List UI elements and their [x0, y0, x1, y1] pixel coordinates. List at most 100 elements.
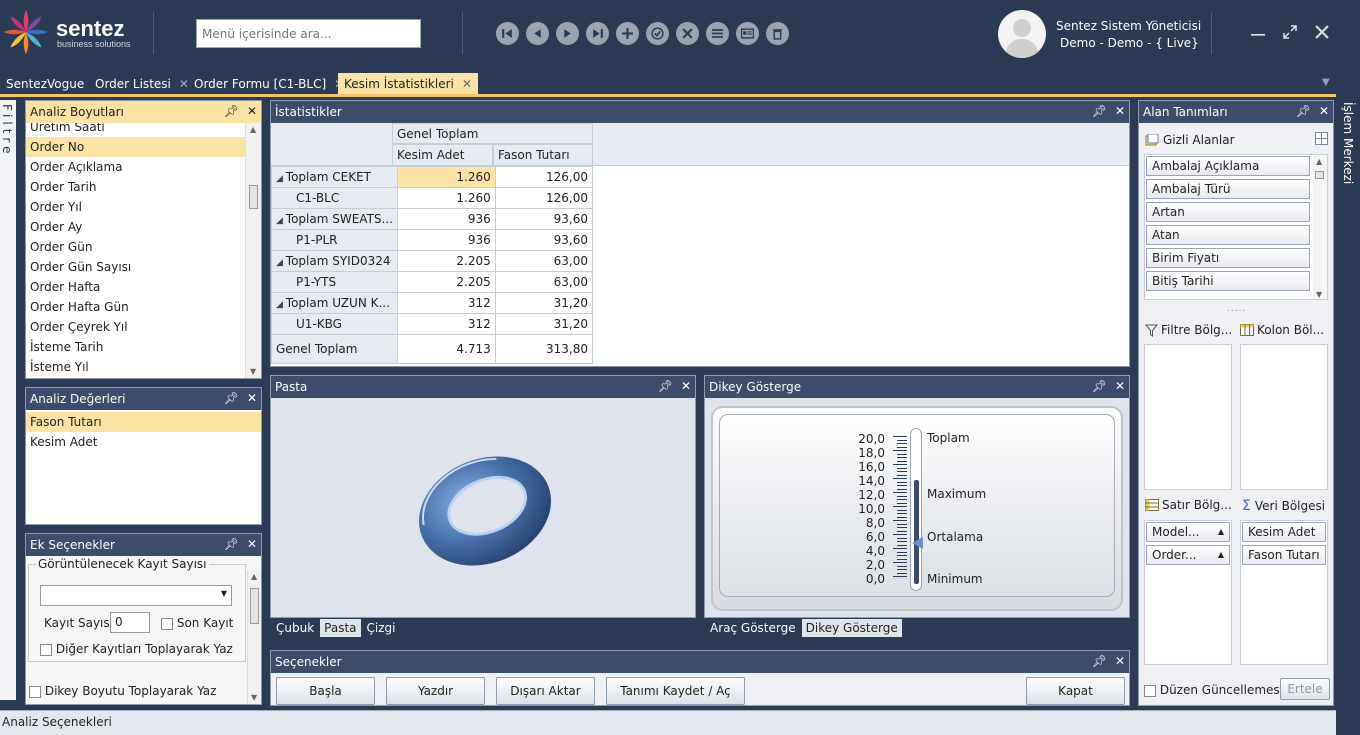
pivot-column-header[interactable]: Kesim Adet: [392, 144, 493, 166]
next-record-button[interactable]: [556, 22, 579, 45]
pin-icon[interactable]: 📌︎: [224, 104, 239, 118]
tab-kesim-istatistikleri[interactable]: Kesim İstatistikleri ✕: [338, 73, 478, 95]
table-row[interactable]: P1-PLR 936 93,60: [271, 229, 594, 251]
table-cell[interactable]: Genel Toplam: [271, 334, 398, 364]
table-row[interactable]: C1-BLC 1.260 126,00: [271, 187, 594, 209]
list-item[interactable]: Üretim Saati: [26, 123, 245, 137]
tabs-dropdown-icon[interactable]: ▼: [1322, 77, 1330, 88]
duzen-guncelleme-checkbox[interactable]: Düzen Güncellemesini: [1144, 683, 1294, 697]
ertele-button[interactable]: Ertele: [1280, 678, 1330, 700]
son-kayit-checkbox[interactable]: Son Kayıt: [161, 616, 233, 630]
last-record-button[interactable]: [586, 22, 609, 45]
row-header[interactable]: U1-KBG: [271, 313, 398, 335]
minimize-button[interactable]: [1248, 22, 1268, 42]
grand-total-row[interactable]: Genel Toplam 4.713 313,80: [271, 334, 594, 364]
first-record-button[interactable]: [496, 22, 519, 45]
list-item[interactable]: İsteme Yıl: [26, 357, 245, 377]
list-item[interactable]: Order Hafta Gün: [26, 297, 245, 317]
row-header[interactable]: ◢ Toplam SYID0324: [271, 250, 398, 272]
kayit-combo[interactable]: ▼: [40, 585, 232, 606]
row-header[interactable]: C1-BLC: [271, 187, 398, 209]
table-row[interactable]: ◢ Toplam UZUN K... 312 31,20: [271, 292, 594, 314]
tanimi-kaydet-button[interactable]: Tanımı Kaydet / Aç: [606, 677, 745, 705]
table-cell[interactable]: 31,20: [494, 292, 594, 314]
scrollbar-thumb[interactable]: [250, 588, 259, 624]
list-item[interactable]: Order Gün Sayısı: [26, 257, 245, 277]
close-icon[interactable]: ✕: [1115, 654, 1125, 668]
table-cell[interactable]: 126,00: [494, 166, 594, 188]
tab-sentezvogue[interactable]: SentezVogue: [0, 73, 90, 95]
disari-aktar-button[interactable]: Dışarı Aktar: [496, 677, 595, 705]
list-item[interactable]: Order Gün: [26, 237, 245, 257]
table-row[interactable]: ◢ Toplam CEKET 1.260 126,00: [271, 166, 594, 188]
delete-button[interactable]: [766, 22, 789, 45]
table-cell[interactable]: 126,00: [494, 187, 594, 209]
table-cell[interactable]: 312: [396, 292, 496, 314]
satir-bolgesi-area[interactable]: Model... ▲ Order... ▲: [1144, 520, 1232, 665]
list-item[interactable]: Order Yıl: [26, 197, 245, 217]
table-cell[interactable]: 1.260: [396, 166, 496, 188]
dikey-boyutu-checkbox[interactable]: Dikey Boyutu Toplayarak Yaz: [29, 684, 216, 698]
close-icon[interactable]: ✕: [1115, 379, 1125, 393]
user-avatar[interactable]: [998, 10, 1046, 58]
list-item[interactable]: Order Çeyrek Yıl: [26, 317, 245, 337]
table-row[interactable]: U1-KBG 312 31,20: [271, 313, 594, 335]
splitter-handle[interactable]: .....: [1227, 304, 1246, 314]
prev-record-button[interactable]: [526, 22, 549, 45]
table-cell[interactable]: 31,20: [494, 313, 594, 335]
close-icon[interactable]: ✕: [247, 391, 257, 405]
collapse-icon[interactable]: ◢: [276, 216, 286, 226]
table-cell[interactable]: 63,00: [494, 250, 594, 272]
table-cell[interactable]: 2.205: [396, 250, 496, 272]
tab-dikey-gosterge[interactable]: Dikey Gösterge: [801, 619, 902, 637]
list-item[interactable]: İsteme Tarih: [26, 337, 245, 357]
veri-bolgesi-area[interactable]: Kesim Adet Fason Tutarı: [1240, 520, 1328, 665]
kayit-sayisi-input[interactable]: 0: [110, 612, 150, 633]
islem-merkezi-rail[interactable]: İşlem Merkezi: [1338, 100, 1360, 706]
table-cell[interactable]: 93,60: [494, 229, 594, 251]
card-button[interactable]: [736, 22, 759, 45]
table-cell[interactable]: 313,80: [494, 334, 594, 364]
hidden-field-item[interactable]: Ambalaj Açıklama: [1146, 156, 1310, 176]
row-header[interactable]: ◢ Toplam UZUN K...: [271, 292, 398, 314]
close-icon[interactable]: ✕: [1115, 104, 1125, 118]
row-header[interactable]: P1-PLR: [271, 229, 398, 251]
list-item[interactable]: Order Açıklama: [26, 157, 245, 177]
pin-icon[interactable]: 📌︎: [1092, 379, 1107, 393]
tab-order-listesi[interactable]: Order Listesi ✕: [89, 73, 195, 95]
pin-icon[interactable]: 📌︎: [224, 537, 239, 551]
hidden-field-item[interactable]: Birim Fiyatı: [1146, 248, 1310, 268]
table-cell[interactable]: 2.205: [396, 271, 496, 293]
table-cell[interactable]: 936: [396, 229, 496, 251]
table-cell[interactable]: 1.260: [396, 187, 496, 209]
close-icon[interactable]: ✕: [247, 104, 257, 118]
hidden-field-item[interactable]: Ambalaj Türü: [1146, 179, 1310, 199]
hidden-field-item[interactable]: Bitiş Tarihi: [1146, 271, 1310, 291]
cancel-button[interactable]: [676, 22, 699, 45]
scrollbar-thumb[interactable]: [249, 185, 258, 209]
pin-icon[interactable]: 📌︎: [224, 391, 239, 405]
table-cell[interactable]: 4.713: [396, 334, 496, 364]
table-cell[interactable]: 63,00: [494, 271, 594, 293]
tab-cubuk[interactable]: Çubuk: [272, 619, 318, 637]
list-item[interactable]: Order Hafta: [26, 277, 245, 297]
close-icon[interactable]: ✕: [247, 537, 257, 551]
save-button[interactable]: [646, 22, 669, 45]
table-row[interactable]: ◢ Toplam SWEATS... 936 93,60: [271, 208, 594, 230]
tab-order-formu[interactable]: Order Formu [C1-BLC]✕: [188, 73, 350, 95]
list-item[interactable]: Kesim Adet: [26, 432, 261, 452]
veri-field[interactable]: Kesim Adet: [1242, 522, 1326, 542]
hidden-field-item[interactable]: Atan: [1146, 225, 1310, 245]
scrollbar[interactable]: ▲ ▼: [247, 570, 261, 704]
table-cell[interactable]: 93,60: [494, 208, 594, 230]
tab-pasta[interactable]: Pasta: [320, 619, 361, 637]
filtre-bolgesi-area[interactable]: [1144, 344, 1232, 490]
kolon-bolgesi-area[interactable]: [1240, 344, 1328, 490]
diger-kayitlar-checkbox[interactable]: Diğer Kayıtları Toplayarak Yaz: [40, 642, 233, 656]
close-icon[interactable]: ✕: [1319, 104, 1329, 118]
filter-rail[interactable]: Filtre: [0, 100, 16, 700]
add-button[interactable]: [616, 22, 639, 45]
table-row[interactable]: ◢ Toplam SYID0324 2.205 63,00: [271, 250, 594, 272]
list-button[interactable]: [706, 22, 729, 45]
collapse-icon[interactable]: ◢: [276, 258, 286, 268]
